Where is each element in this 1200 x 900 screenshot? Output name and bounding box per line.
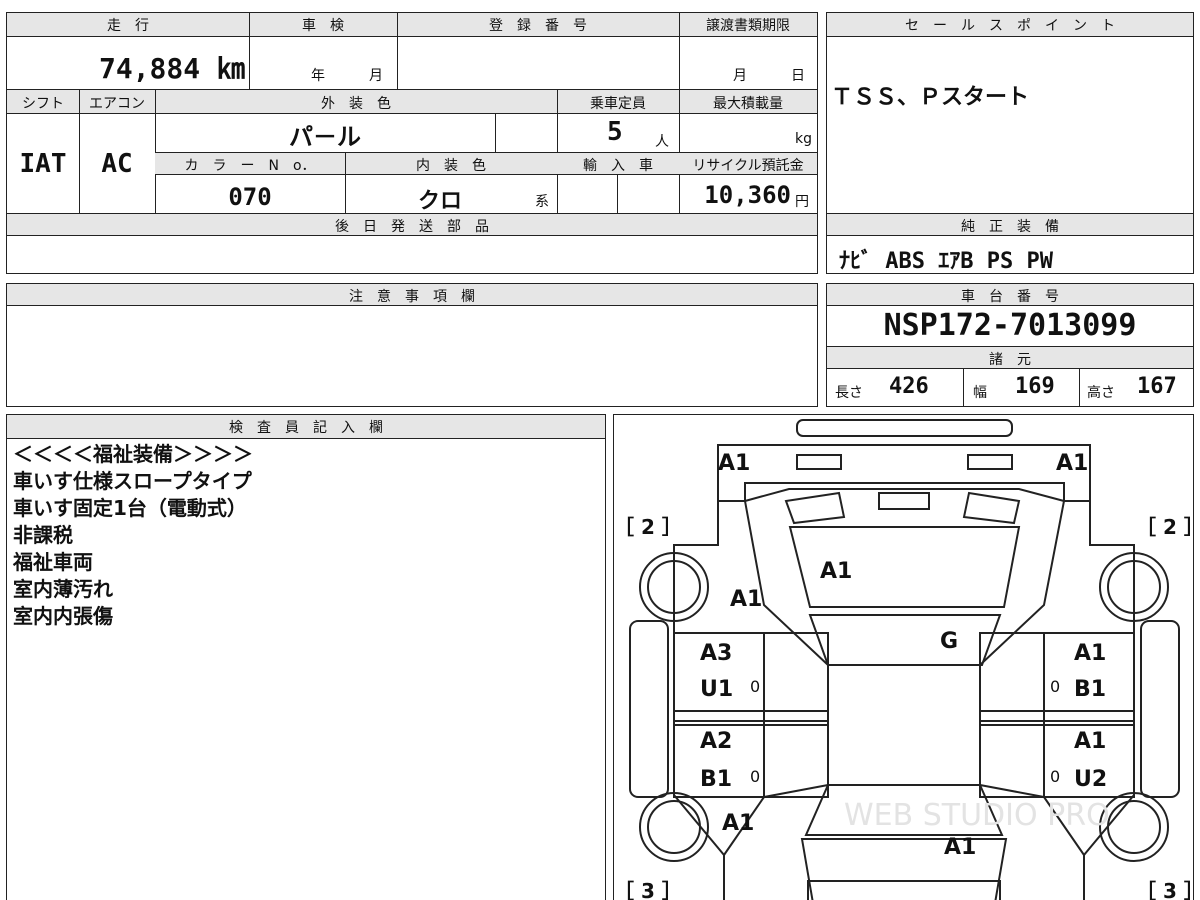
transfer-deadline-header: 譲渡書類期限	[706, 18, 790, 34]
standard-equipment-text: ﾅﾋﾞ ABS ｴｱB PS PW	[839, 249, 1053, 274]
label-right-front-door-2: B1	[1074, 677, 1107, 702]
mileage-header: 走 行	[107, 18, 149, 34]
vehicle-info-table: 走 行 車 検 登 録 番 号 譲渡書類期限 74,884 ㎞ 年 月 月 日 …	[6, 12, 818, 274]
inspector-line: 室内薄汚れ	[13, 577, 113, 601]
inspector-line: 福祉車両	[13, 550, 93, 574]
recycle-header: リサイクル預託金	[692, 158, 804, 174]
label-windshield: G	[940, 629, 959, 654]
door-handle-right-front: 0	[1050, 677, 1061, 696]
height-label: 高さ	[1087, 385, 1115, 401]
door-handle-right-rear: 0	[1050, 767, 1061, 786]
recycle-unit: 円	[795, 194, 809, 210]
transfer-month: 月	[733, 68, 747, 84]
standard-equipment-title: 純 正 装 備	[961, 219, 1059, 235]
notes-box: 注 意 事 項 欄	[6, 283, 818, 407]
color-no-value: 070	[228, 183, 272, 211]
aircon-value: AC	[101, 149, 133, 179]
imported-header: 輸 入 車	[583, 158, 653, 174]
max-load-header: 最大積載量	[713, 96, 783, 112]
tire-rear-right: ［ 3 ］	[1136, 879, 1193, 900]
label-left-rear-door-1: A2	[700, 729, 733, 754]
label-right-front-door-1: A1	[1074, 641, 1107, 666]
tire-front-left: ［ 2 ］	[614, 515, 682, 539]
label-left-front-door-1: A3	[700, 641, 733, 666]
tire-front-right: ［ 2 ］	[1136, 515, 1193, 539]
notes-title: 注 意 事 項 欄	[349, 289, 475, 305]
inspector-notes: ＜＜＜＜福祉装備＞＞＞＞ 車いす仕様スロープタイプ 車いす固定1台（電動式） 非…	[13, 441, 253, 630]
transfer-day: 日	[791, 68, 805, 84]
registration-header: 登 録 番 号	[489, 18, 587, 34]
capacity-header: 乗車定員	[590, 96, 646, 112]
capacity-unit: 人	[655, 134, 669, 150]
interior-color-value: クロ	[417, 189, 462, 214]
label-rear-fender-left: A1	[722, 811, 755, 836]
tire-rear-left: ［ 3 ］	[614, 879, 682, 900]
inspection-month: 月	[369, 68, 383, 84]
color-no-header: カ ラ ー N o．	[184, 158, 316, 174]
interior-color-header: 内 装 色	[416, 158, 486, 174]
inspector-box: 検 査 員 記 入 欄 ＜＜＜＜福祉装備＞＞＞＞ 車いす仕様スロープタイプ 車い…	[6, 414, 606, 900]
exterior-color-value: パ－ル	[289, 123, 361, 151]
label-front-left: A1	[718, 451, 751, 476]
interior-color-suffix: 系	[535, 194, 549, 210]
inspector-line: ＜＜＜＜福祉装備＞＞＞＞	[13, 442, 253, 466]
shift-value: IAT	[19, 149, 67, 179]
label-front-fender-left: A1	[730, 587, 763, 612]
label-right-rear-door-2: U2	[1074, 767, 1108, 792]
label-right-rear-door-1: A1	[1074, 729, 1107, 754]
car-diagram-box: WEB STUDIO PRO A1 A1 A1 A1 G A3 U1 A1 B1…	[613, 414, 1194, 900]
inspector-line: 室内内張傷	[13, 604, 113, 628]
spec-title: 諸 元	[989, 352, 1031, 368]
inspection-year: 年	[311, 68, 325, 84]
inspector-line: 車いす固定1台（電動式）	[13, 496, 247, 520]
shift-header: シフト	[22, 96, 64, 112]
mileage-value: 74,884 ㎞	[98, 52, 245, 85]
chassis-number: NSP172-7013099	[883, 308, 1137, 343]
max-load-unit: kg	[795, 131, 812, 147]
door-handle-left-front: 0	[750, 677, 761, 696]
inspector-line: 非課税	[13, 523, 73, 547]
sales-point-box: セ ー ル ス ポ イ ン ト ＴＳＳ、Ｐスタート 純 正 装 備 ﾅﾋﾞ AB…	[826, 12, 1194, 274]
exterior-color-header: 外 装 色	[321, 96, 391, 112]
label-left-front-door-2: U1	[700, 677, 734, 702]
label-left-rear-door-2: B1	[700, 767, 733, 792]
sales-point-title: セ ー ル ス ポ イ ン ト	[905, 18, 1115, 34]
width-value: 169	[1015, 374, 1055, 399]
inspector-title: 検 査 員 記 入 欄	[229, 420, 383, 436]
door-handle-left-rear: 0	[750, 767, 761, 786]
inspector-line: 車いす仕様スロープタイプ	[13, 469, 252, 493]
length-value: 426	[889, 374, 929, 399]
height-value: 167	[1137, 374, 1177, 399]
sales-point-text: ＴＳＳ、Ｐスタート	[831, 85, 1030, 110]
width-label: 幅	[973, 385, 987, 401]
length-label: 長さ	[835, 385, 863, 401]
later-parts-header: 後 日 発 送 部 品	[335, 219, 489, 235]
label-front-right: A1	[1056, 451, 1089, 476]
diagram-watermark: WEB STUDIO PRO	[844, 798, 1110, 833]
label-rear: A1	[944, 835, 977, 860]
chassis-box: 車 台 番 号 NSP172-7013099 諸 元 長さ 426 幅 169 …	[826, 283, 1194, 407]
inspection-header: 車 検	[302, 18, 344, 34]
aircon-header: エアコン	[89, 96, 145, 112]
recycle-value: 10,360	[704, 181, 791, 209]
chassis-title: 車 台 番 号	[961, 289, 1059, 305]
label-hood: A1	[820, 559, 853, 584]
capacity-value: 5	[607, 117, 623, 147]
